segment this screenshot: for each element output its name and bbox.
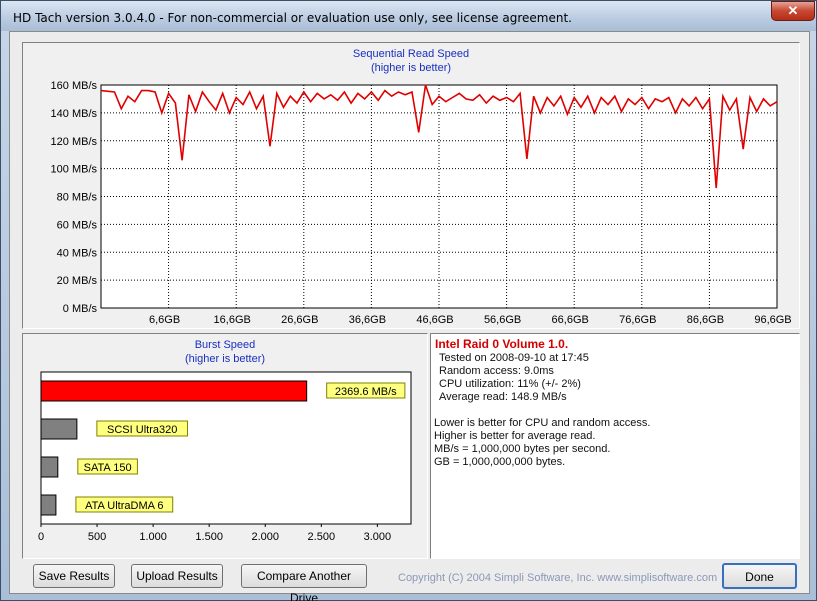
x-tick-label: 2.500 [308,531,336,543]
note-gb-definition: GB = 1,000,000,000 bytes. [434,456,566,468]
x-tick-label: 1.000 [139,531,167,543]
y-tick-label: 60 MB/s [57,219,98,231]
x-tick-label: 36,6GB [349,314,386,326]
upload-results-button[interactable]: Upload Results [131,564,223,588]
average-read-text: Average read: 148.9 MB/s [439,391,567,403]
burst-bar [40,418,78,440]
close-button[interactable]: ✕ [771,1,815,21]
title-bar[interactable]: HD Tach version 3.0.4.0 - For non-commer… [1,1,816,31]
x-tick-label: 1.500 [195,531,223,543]
y-tick-label: 160 MB/s [51,80,98,92]
random-access-text: Random access: 9.0ms [439,365,554,377]
y-tick-label: 120 MB/s [51,136,98,148]
burst-bar [40,456,59,478]
results-info-panel: Intel Raid 0 Volume 1.0. Tested on 2008-… [430,333,800,559]
burst-bar-label: SATA 150 [84,462,132,474]
compare-drive-button[interactable]: Compare Another Drive [241,564,367,601]
burst-bar [40,494,57,516]
x-tick-label: 500 [88,531,106,543]
x-tick-label: 96,6GB [754,314,791,326]
done-button[interactable]: Done [722,563,797,589]
cpu-utilization-text: CPU utilization: 11% (+/- 2%) [439,378,581,390]
x-tick-label: 0 [38,531,44,543]
app-window: HD Tach version 3.0.4.0 - For non-commer… [0,0,817,601]
note-lower-better: Lower is better for CPU and random acces… [434,417,651,429]
y-tick-label: 20 MB/s [57,275,98,287]
x-tick-label: 26,6GB [281,314,318,326]
sequential-read-panel: Sequential Read Speed (higher is better)… [22,42,800,329]
drive-name: Intel Raid 0 Volume 1.0. [435,337,569,351]
burst-bar-label: SCSI Ultra320 [107,424,177,436]
x-tick-label: 3.000 [364,531,392,543]
note-higher-better: Higher is better for average read. [434,430,596,442]
x-tick-label: 16,6GB [214,314,251,326]
x-tick-label: 86,6GB [687,314,724,326]
burst-bar-label: 2369.6 MB/s [335,386,397,398]
x-tick-label: 2.000 [251,531,279,543]
y-tick-label: 0 MB/s [63,303,98,315]
sequential-read-chart: 0 MB/s 20 MB/s 40 MB/s 60 MB/s 80 MB/s 100 MB… [51,80,792,326]
save-results-button[interactable]: Save Results [33,564,115,588]
x-tick-label: 56,6GB [484,314,521,326]
note-mb-definition: MB/s = 1,000,000 bytes per second. [434,443,611,455]
burst-speed-chart: 0 500 1.000 1.500 2.000 2.500 3.000 2369.6 MB/s… [38,371,412,543]
y-tick-label: 80 MB/s [57,192,98,204]
burst-speed-panel: Burst Speed (higher is better) 0 500 1.000… [22,333,428,559]
y-tick-label: 40 MB/s [57,247,98,259]
window-title: HD Tach version 3.0.4.0 - For non-commer… [13,11,572,25]
x-tick-label: 66,6GB [552,314,589,326]
tested-on-text: Tested on 2008-09-10 at 17:45 [439,352,589,364]
y-tick-label: 140 MB/s [51,108,98,120]
burst-bar [40,380,308,402]
copyright-text[interactable]: Copyright (C) 2004 Simpli Software, Inc.… [398,572,717,584]
x-tick-label: 6,6GB [149,314,180,326]
y-tick-label: 100 MB/s [51,164,98,176]
burst-bar-label: ATA UltraDMA 6 [85,500,163,512]
x-tick-label: 76,6GB [619,314,656,326]
client-area: Sequential Read Speed (higher is better)… [9,31,810,601]
x-tick-label: 46,6GB [416,314,453,326]
